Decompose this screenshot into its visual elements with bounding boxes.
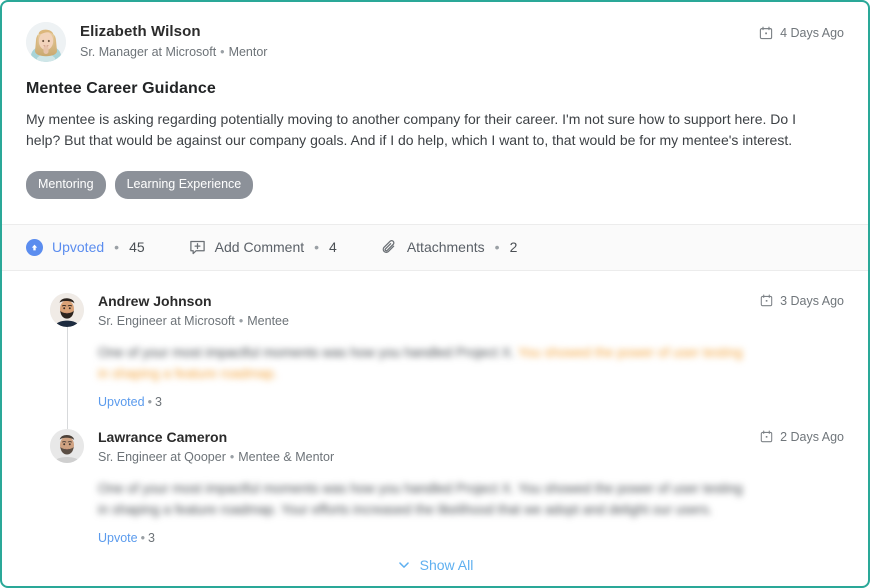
meta-separator: • xyxy=(238,313,244,328)
comment-timestamp: 3 Days Ago xyxy=(760,293,844,308)
comment-author-membership: Mentee & Mentor xyxy=(238,449,335,464)
avatar[interactable] xyxy=(50,428,84,463)
post-timestamp: 4 Days Ago xyxy=(759,22,844,40)
upvote-separator: • xyxy=(114,239,120,255)
comment-author-meta: Sr. Engineer at Qooper • Mentee & Mentor xyxy=(98,449,748,466)
arrow-up-circle-icon xyxy=(26,238,43,256)
comment-text: One of your most impactful moments was h… xyxy=(98,478,748,520)
comment-item: Andrew Johnson Sr. Engineer at Microsoft… xyxy=(26,292,844,409)
tag-learning-experience[interactable]: Learning Experience xyxy=(114,171,254,199)
calendar-icon xyxy=(760,430,773,443)
comment-timestamp-label: 2 Days Ago xyxy=(780,429,844,444)
calendar-icon xyxy=(760,294,773,307)
avatar-photo-man-short-beard-icon xyxy=(50,428,84,463)
comment-upvote-link[interactable]: Upvoted xyxy=(98,395,145,409)
comment-upvote-count: 3 xyxy=(154,394,162,409)
avatar[interactable] xyxy=(26,22,66,62)
discussion-post-card: Elizabeth Wilson Sr. Manager at Microsof… xyxy=(0,0,870,588)
avatar-photo-man-beard-icon xyxy=(50,292,84,327)
post-timestamp-label: 4 Days Ago xyxy=(780,26,844,40)
upvote-label: Upvoted xyxy=(52,239,105,255)
comment-text-plain: One of your most impactful moments was h… xyxy=(98,480,743,517)
comment-plus-icon xyxy=(189,240,205,254)
paperclip-icon xyxy=(382,239,395,253)
post-action-bar: Upvoted • 45 Add Comment • 4 Attachments… xyxy=(2,223,868,271)
post-author-identity: Elizabeth Wilson Sr. Manager at Microsof… xyxy=(80,22,267,61)
comment-author-role: Sr. Engineer at Qooper xyxy=(98,449,226,464)
comment-author-membership: Mentee xyxy=(247,313,289,328)
comment-text-plain: One of your most impactful moments was h… xyxy=(98,344,515,360)
comment-author-role: Sr. Engineer at Microsoft xyxy=(98,313,235,328)
comment-author-name: Andrew Johnson xyxy=(98,292,212,309)
avatar-photo-woman-icon xyxy=(26,22,66,62)
calendar-icon xyxy=(759,26,773,40)
show-all-label: Show All xyxy=(419,556,474,573)
comment-timestamp-label: 3 Days Ago xyxy=(780,293,844,308)
comment-body: Andrew Johnson Sr. Engineer at Microsoft… xyxy=(98,293,748,409)
meta-separator: • xyxy=(229,449,235,464)
add-comment-label: Add Comment xyxy=(214,239,305,255)
chevron-down-icon xyxy=(398,561,409,568)
attachments-separator: • xyxy=(494,239,500,255)
post-body-text: My mentee is asking regarding potentiall… xyxy=(26,111,796,148)
comment-list: Andrew Johnson Sr. Engineer at Microsoft… xyxy=(2,271,868,549)
comment-actions: Upvoted • 3 xyxy=(98,395,748,409)
attachments-label: Attachments xyxy=(406,239,485,255)
show-all-footer: Show All xyxy=(2,549,868,587)
avatar[interactable] xyxy=(50,292,84,327)
upvote-action[interactable]: Upvoted • 45 xyxy=(26,238,145,256)
meta-separator: • xyxy=(220,45,225,59)
comment-item: Lawrance Cameron Sr. Engineer at Qooper •… xyxy=(26,428,844,545)
comment-body: Lawrance Cameron Sr. Engineer at Qooper •… xyxy=(98,429,748,545)
add-comment-count: 4 xyxy=(329,239,337,255)
post-author-membership: Mentor xyxy=(228,45,268,59)
comment-upvote-link[interactable]: Upvote xyxy=(98,531,138,545)
show-all-button[interactable]: Show All xyxy=(397,556,474,573)
post-author-name: Elizabeth Wilson xyxy=(80,23,201,40)
comment-author-meta: Sr. Engineer at Microsoft • Mentee xyxy=(98,313,748,330)
comment-actions: Upvote • 3 xyxy=(98,531,748,545)
tag-list: Mentoring Learning Experience xyxy=(2,151,868,199)
upvote-count: 45 xyxy=(129,239,145,255)
comment-separator: • xyxy=(140,530,145,545)
attachments-action[interactable]: Attachments • 2 xyxy=(381,239,518,256)
add-comment-separator: • xyxy=(314,239,320,255)
comment-text: One of your most impactful moments was h… xyxy=(98,342,748,384)
post-author-role: Sr. Manager at Microsoft xyxy=(80,45,217,59)
post-header: Elizabeth Wilson Sr. Manager at Microsof… xyxy=(2,2,868,62)
comment-upvote-count: 3 xyxy=(148,530,155,545)
attachments-count: 2 xyxy=(509,239,518,255)
post-author-meta: Sr. Manager at Microsoft • Mentor xyxy=(80,44,267,61)
comment-timestamp: 2 Days Ago xyxy=(760,429,844,444)
comment-author-name: Lawrance Cameron xyxy=(98,428,228,445)
comment-separator: • xyxy=(147,394,152,409)
add-comment-action[interactable]: Add Comment • 4 xyxy=(189,239,337,256)
post-title: Mentee Career Guidance xyxy=(26,80,216,97)
tag-mentoring[interactable]: Mentoring xyxy=(26,171,106,199)
